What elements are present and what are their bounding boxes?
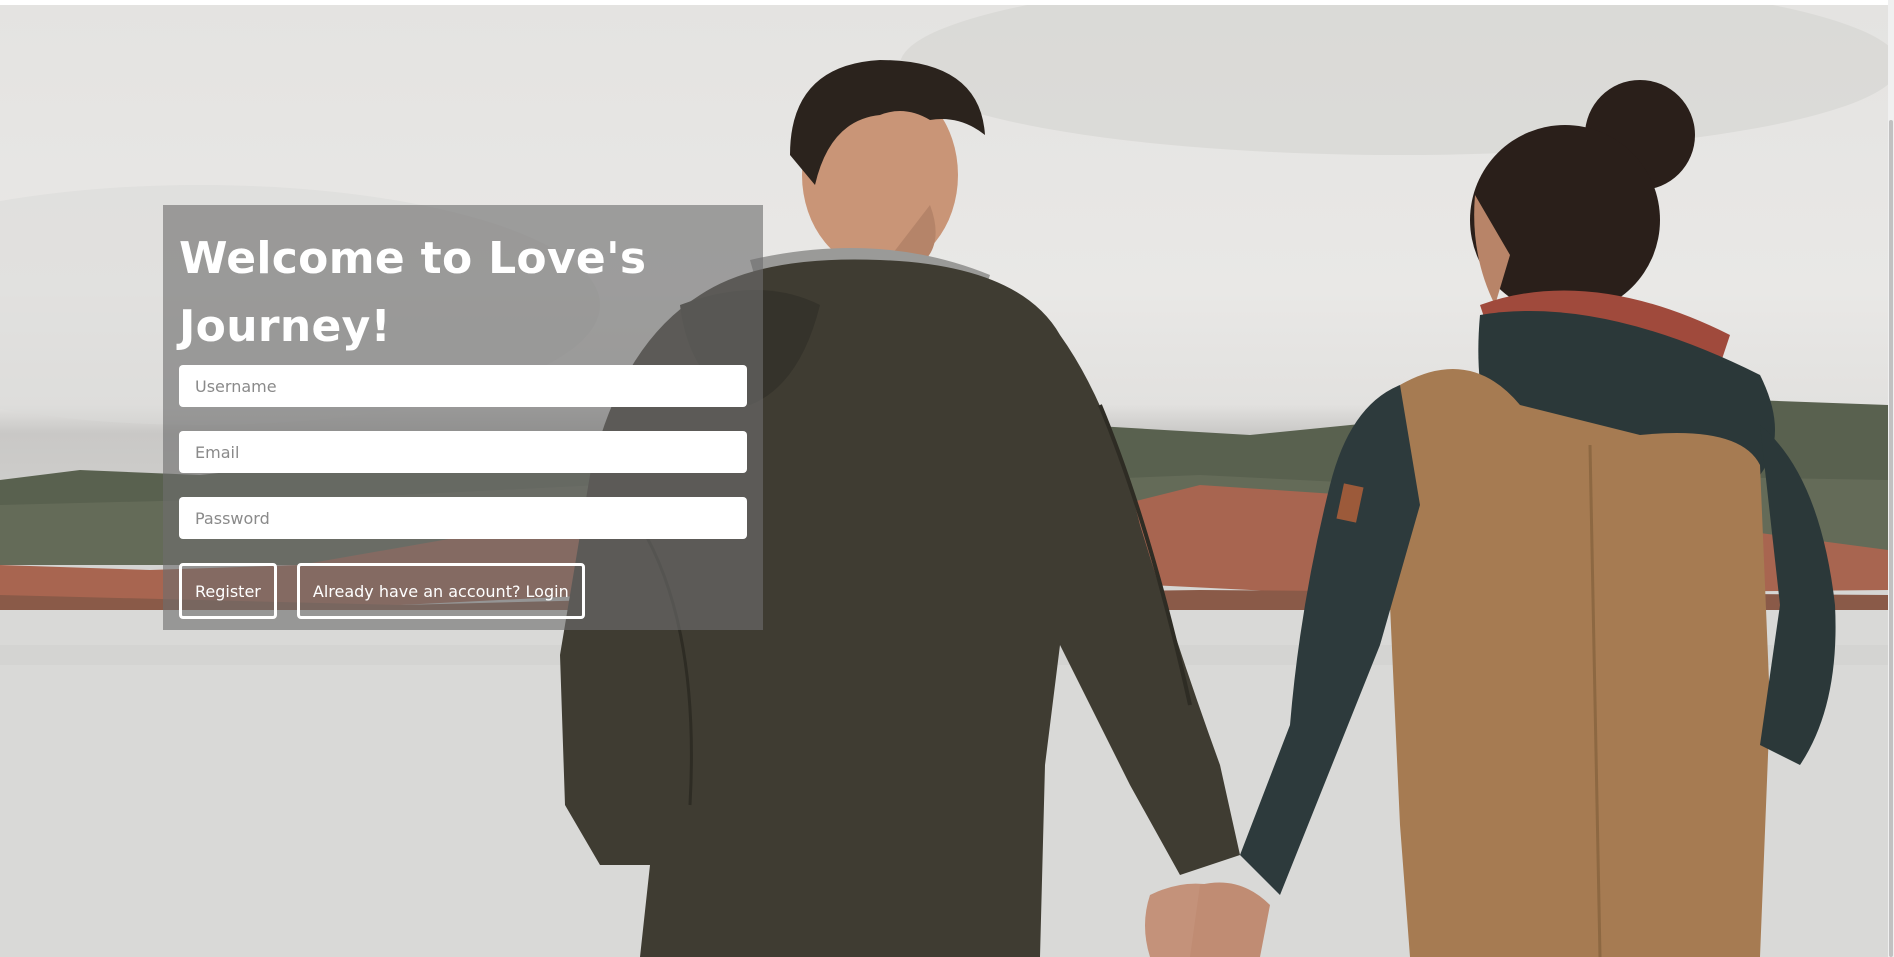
welcome-title: Welcome to Love's Journey! <box>179 233 647 352</box>
password-input[interactable] <box>179 497 747 539</box>
login-link-button[interactable]: Already have an account? Login <box>296 563 585 619</box>
form-fields <box>179 365 747 539</box>
register-button[interactable]: Register <box>179 563 277 619</box>
registration-panel: Welcome to Love's Journey! Register Alre… <box>163 205 763 630</box>
email-input[interactable] <box>179 431 747 473</box>
page: Welcome to Love's Journey! Register Alre… <box>0 0 1894 957</box>
username-input[interactable] <box>179 365 747 407</box>
scrollbar-thumb[interactable] <box>1889 120 1893 957</box>
form-actions: Register Already have an account? Login <box>179 563 747 619</box>
page-scrollbar[interactable] <box>1888 0 1894 957</box>
